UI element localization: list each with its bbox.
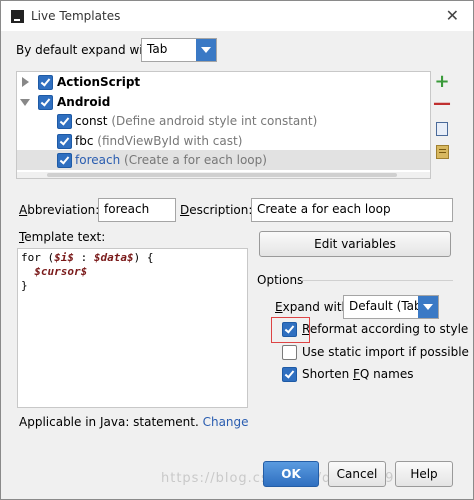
- window-title: Live Templates: [31, 9, 121, 23]
- default-expand-select[interactable]: Tab: [141, 38, 217, 62]
- remove-template-button[interactable]: —: [432, 95, 452, 115]
- copy-icon[interactable]: [433, 119, 448, 136]
- code-token: :: [74, 251, 94, 264]
- tree-checkbox[interactable]: [57, 114, 72, 129]
- close-icon[interactable]: ✕: [446, 6, 459, 25]
- static-import-checkbox[interactable]: [282, 345, 297, 360]
- ok-button[interactable]: OK: [263, 461, 319, 487]
- applicable-text: Applicable in Java: statement.: [19, 415, 199, 429]
- tree-item-description: (findViewById with cast): [97, 133, 243, 148]
- scrollbar-thumb[interactable]: [47, 173, 397, 177]
- template-text-editor[interactable]: for ($i$ : $data$) { $cursor$}: [17, 248, 248, 408]
- expand-with-label-rest: xpand with: [282, 300, 350, 314]
- template-text-label: Template text:: [19, 230, 105, 244]
- expand-with-label: Expand with: [275, 300, 349, 314]
- tree-group-android[interactable]: Android: [17, 92, 430, 112]
- tree-item-name: ActionScript: [57, 75, 141, 89]
- shorten-fq-mnemonic: F: [353, 367, 360, 381]
- expand-with-label-mnemonic: E: [275, 300, 283, 314]
- tree-checkbox[interactable]: [38, 75, 53, 90]
- abbreviation-value: foreach: [104, 202, 150, 216]
- description-value: Create a for each loop: [257, 202, 391, 216]
- cancel-button[interactable]: Cancel: [328, 461, 386, 487]
- group-notes-icon[interactable]: [436, 145, 449, 159]
- code-token: for (: [21, 251, 55, 264]
- template-expand-select[interactable]: Default (Tab): [343, 295, 439, 319]
- help-button[interactable]: Help: [395, 461, 453, 487]
- tree-item-label: fbc (findViewById with cast): [75, 134, 242, 148]
- description-label-rest: escription:: [189, 203, 253, 217]
- live-templates-dialog: Live Templates ✕ By default expand with …: [0, 0, 474, 500]
- abbreviation-label: Abbreviation:: [19, 203, 99, 217]
- options-title: Options: [257, 273, 304, 287]
- tree-item-description: (Define android style int constant): [111, 114, 318, 128]
- tree-item-fbc[interactable]: fbc (findViewById with cast): [17, 131, 430, 151]
- tree-item-description: (Create a for each loop): [124, 153, 267, 167]
- default-expand-value: Tab: [147, 42, 168, 56]
- chevron-down-icon: [418, 296, 438, 318]
- tree-item-label: foreach (Create a for each loop): [75, 153, 267, 167]
- expand-down-icon[interactable]: [20, 98, 30, 106]
- applicable-context: Applicable in Java: statement. Change: [19, 415, 249, 429]
- tree-item-name: fbc: [75, 133, 94, 148]
- options-divider: [301, 280, 453, 281]
- tree-group-actionscript[interactable]: ActionScript: [17, 72, 430, 92]
- code-line: $cursor$: [21, 265, 87, 278]
- highlight-box: [271, 317, 310, 343]
- template-text-label-rest: emplate text:: [24, 230, 106, 244]
- tree-horizontal-scrollbar[interactable]: [17, 172, 430, 178]
- tree-checkbox[interactable]: [57, 153, 72, 168]
- intellij-app-icon: [11, 10, 24, 23]
- description-label-mnemonic: D: [180, 203, 190, 217]
- description-input[interactable]: Create a for each loop: [251, 198, 453, 222]
- change-context-link[interactable]: Change: [203, 415, 249, 429]
- code-token: ) {: [133, 251, 154, 264]
- tree-item-label: ActionScript: [57, 75, 140, 89]
- description-label: Description:: [180, 203, 252, 217]
- tree-checkbox[interactable]: [38, 94, 53, 110]
- shorten-fq-text2: Q names: [359, 367, 414, 381]
- reformat-label-rest: eformat according to style: [309, 322, 469, 336]
- abbreviation-label-mnemonic: A: [19, 203, 28, 217]
- template-expand-value: Default (Tab): [349, 299, 427, 313]
- tree-checkbox[interactable]: [57, 133, 72, 149]
- tree-item-name: Android: [57, 94, 111, 109]
- templates-tree: ActionScript Android const (Define android…: [16, 71, 431, 179]
- code-line: }: [21, 279, 28, 292]
- template-variable: $cursor$: [34, 265, 88, 278]
- code-token: }: [21, 279, 28, 292]
- tree-item-name: const: [75, 114, 108, 128]
- tree-item-name: foreach: [75, 153, 121, 167]
- add-template-button[interactable]: +: [432, 72, 452, 92]
- template-variable: $i$: [54, 251, 74, 264]
- expand-right-icon[interactable]: [22, 77, 29, 87]
- static-import-label[interactable]: Use static import if possible: [302, 345, 469, 359]
- template-variable: $data$: [93, 251, 134, 264]
- expand-default-label: By default expand with: [16, 43, 155, 57]
- shorten-fq-label[interactable]: Shorten FQ names: [302, 367, 413, 381]
- tree-item-label: const (Define android style int constant…: [75, 114, 317, 128]
- tree-item-label: Android: [57, 95, 110, 109]
- shorten-fq-text1: Shorten: [302, 367, 354, 381]
- edit-variables-button[interactable]: Edit variables: [259, 231, 451, 257]
- tree-item-foreach[interactable]: foreach (Create a for each loop): [17, 150, 430, 170]
- shorten-fq-checkbox[interactable]: [282, 367, 297, 382]
- abbreviation-label-rest: bbreviation:: [27, 203, 100, 217]
- reformat-label[interactable]: Reformat according to style: [302, 322, 468, 336]
- title-bar: Live Templates ✕: [1, 1, 473, 31]
- code-line: for ($i$ : $data$) {: [21, 251, 154, 264]
- abbreviation-input[interactable]: foreach: [98, 198, 176, 222]
- tree-item-const[interactable]: const (Define android style int constant…: [17, 111, 430, 131]
- chevron-down-icon: [196, 39, 216, 61]
